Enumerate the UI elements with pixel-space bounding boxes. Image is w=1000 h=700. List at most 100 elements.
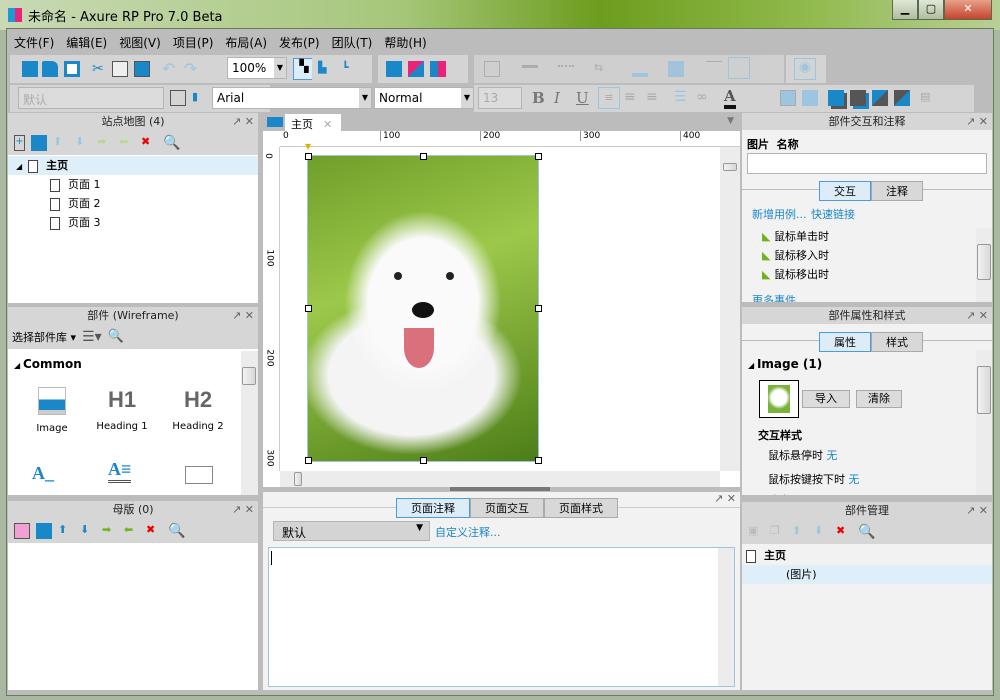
style-selected[interactable]: 选中 无 — [768, 492, 805, 495]
label-widget-icon[interactable]: A_ — [32, 463, 54, 484]
manager-item-image[interactable]: (图片) — [742, 565, 992, 584]
widget-name-input[interactable] — [747, 153, 987, 174]
eye-icon[interactable]: ◉ — [794, 58, 816, 80]
send-back-icon[interactable] — [850, 90, 866, 106]
scroll-thumb[interactable] — [723, 163, 737, 171]
resize-handle[interactable] — [305, 457, 312, 464]
tab-properties[interactable]: 属性 — [819, 332, 871, 352]
scroll-thumb[interactable] — [977, 366, 991, 414]
quick-link[interactable]: 快速链接 — [811, 206, 855, 222]
italic-button[interactable]: I — [554, 89, 560, 107]
panel-controls[interactable]: ↗ ✕ — [966, 307, 988, 324]
align-objects-icon[interactable]: ▤ — [920, 90, 936, 106]
close-tab-icon[interactable]: ✕ — [323, 118, 332, 131]
event-mouseout[interactable]: ◣ 鼠标移出时 — [762, 265, 829, 284]
underline-button[interactable]: U — [576, 89, 589, 107]
event-onclick[interactable]: ◣ 鼠标单击时 — [762, 227, 829, 246]
delete-icon[interactable]: ✖ — [141, 135, 157, 151]
style-editor-icon[interactable] — [170, 90, 186, 106]
tab-style[interactable]: 样式 — [871, 332, 923, 352]
align-center-icon[interactable] — [728, 57, 750, 79]
line-style-icon[interactable] — [558, 65, 574, 81]
widget-image[interactable]: Image — [22, 381, 82, 434]
move-up-icon[interactable]: ⬆ — [53, 135, 69, 151]
panel-controls[interactable]: ↗ ✕ — [714, 492, 736, 505]
minimize-button[interactable]: ▁ — [892, 0, 918, 20]
search-icon[interactable]: 🔍 — [108, 329, 124, 344]
share-icon[interactable] — [408, 61, 424, 77]
resize-handle[interactable] — [305, 305, 312, 312]
line-weight-icon[interactable] — [522, 65, 538, 68]
notes-select[interactable]: 默认 ▼ — [273, 521, 430, 541]
move-up-icon[interactable]: ⬆ — [792, 524, 808, 540]
menu-icon[interactable]: ☰▾ — [82, 329, 102, 345]
bold-button[interactable]: B — [532, 89, 545, 107]
indent-icon[interactable]: ➡ — [97, 135, 113, 151]
menu-publish[interactable]: 发布(P) — [273, 31, 326, 53]
scroll-thumb[interactable] — [242, 367, 256, 385]
notes-scrollbar[interactable] — [718, 548, 734, 686]
select-contain-icon[interactable]: ▙ — [318, 61, 334, 77]
menu-file[interactable]: 文件(F) — [8, 31, 60, 53]
preview-icon[interactable] — [386, 61, 402, 77]
tree-item-home[interactable]: ◢ 主页 — [8, 156, 258, 175]
add-page-icon[interactable]: + — [14, 134, 25, 151]
menu-arrange[interactable]: 布局(A) — [219, 31, 273, 53]
tree-item-page-2[interactable]: 页面 2 — [50, 194, 101, 213]
copy-icon[interactable]: ❐ — [770, 524, 786, 540]
group-icon[interactable] — [780, 90, 796, 106]
font-size-select[interactable]: 13 — [478, 87, 522, 109]
copy-icon[interactable] — [112, 61, 128, 77]
bullet-list-icon[interactable]: ☰ — [674, 89, 687, 105]
add-case-link[interactable]: 新增用例... — [752, 206, 807, 222]
cut-icon[interactable]: ✂ — [92, 61, 108, 77]
font-style-select[interactable]: Normal ▼ — [374, 87, 474, 109]
search-icon[interactable]: 🔍 — [858, 524, 875, 540]
menu-project[interactable]: 项目(P) — [167, 31, 220, 53]
add-folder-icon[interactable] — [31, 134, 47, 151]
manager-page-root[interactable]: 主页 — [746, 546, 786, 565]
ungroup-icon[interactable] — [802, 90, 818, 106]
menu-help[interactable]: 帮助(H) — [378, 31, 432, 53]
send-backward-icon[interactable] — [894, 90, 910, 106]
device-icon[interactable] — [267, 117, 283, 127]
maximize-button[interactable]: ▢ — [918, 0, 944, 20]
widgets-scrollbar[interactable] — [241, 351, 258, 495]
bring-forward-icon[interactable] — [872, 90, 888, 106]
delete-icon[interactable]: ✖ — [836, 524, 852, 540]
bring-front-icon[interactable] — [828, 90, 844, 106]
save-icon[interactable] — [64, 61, 80, 77]
menu-view[interactable]: 视图(V) — [113, 31, 167, 53]
align-right-icon[interactable]: ≡ — [646, 89, 658, 105]
panel-controls[interactable]: ↗ ✕ — [966, 502, 988, 519]
border-icon[interactable] — [484, 61, 500, 77]
image-section[interactable]: ◢ Image (1) — [748, 357, 822, 371]
tree-item-page-1[interactable]: 页面 1 — [50, 175, 101, 194]
custom-notes-link[interactable]: 自定义注释... — [435, 524, 501, 540]
dog-image-widget[interactable] — [307, 155, 539, 462]
scroll-thumb[interactable] — [977, 244, 991, 280]
format-painter-icon[interactable]: ▮ — [192, 90, 208, 106]
tab-home[interactable]: 主页 ✕ — [285, 114, 341, 131]
rectangle-widget-icon[interactable] — [185, 466, 213, 484]
search-icon[interactable]: 🔍 — [163, 135, 180, 151]
new-icon[interactable] — [22, 61, 38, 77]
publish-icon[interactable] — [430, 61, 446, 77]
properties-scrollbar[interactable] — [976, 350, 992, 495]
tab-list-icon[interactable]: ▼ — [727, 116, 734, 126]
resize-handle[interactable] — [420, 457, 427, 464]
font-select[interactable]: Arial ▼ — [212, 87, 372, 109]
panel-controls[interactable]: ↗ ✕ — [232, 307, 254, 324]
canvas-area[interactable]: 0 100 200 300 400 0 100 200 300 ▼ — [263, 131, 740, 487]
widget-heading-1[interactable]: H1 Heading 1 — [92, 387, 152, 432]
canvas-hscrollbar[interactable] — [280, 471, 720, 487]
open-icon[interactable] — [42, 61, 58, 77]
panel-controls[interactable]: ↗ ✕ — [232, 113, 254, 130]
widget-heading-2[interactable]: H2 Heading 2 — [168, 387, 228, 432]
outdent-icon[interactable]: ⬅ — [119, 135, 135, 151]
style-mousedown[interactable]: 鼠标按键按下时 无 — [768, 471, 860, 487]
tab-page-style[interactable]: 页面样式 — [544, 498, 618, 518]
menu-team[interactable]: 团队(T) — [326, 31, 379, 53]
redo-icon[interactable]: ↷ — [184, 59, 200, 78]
canvas-vscrollbar[interactable] — [720, 147, 740, 471]
